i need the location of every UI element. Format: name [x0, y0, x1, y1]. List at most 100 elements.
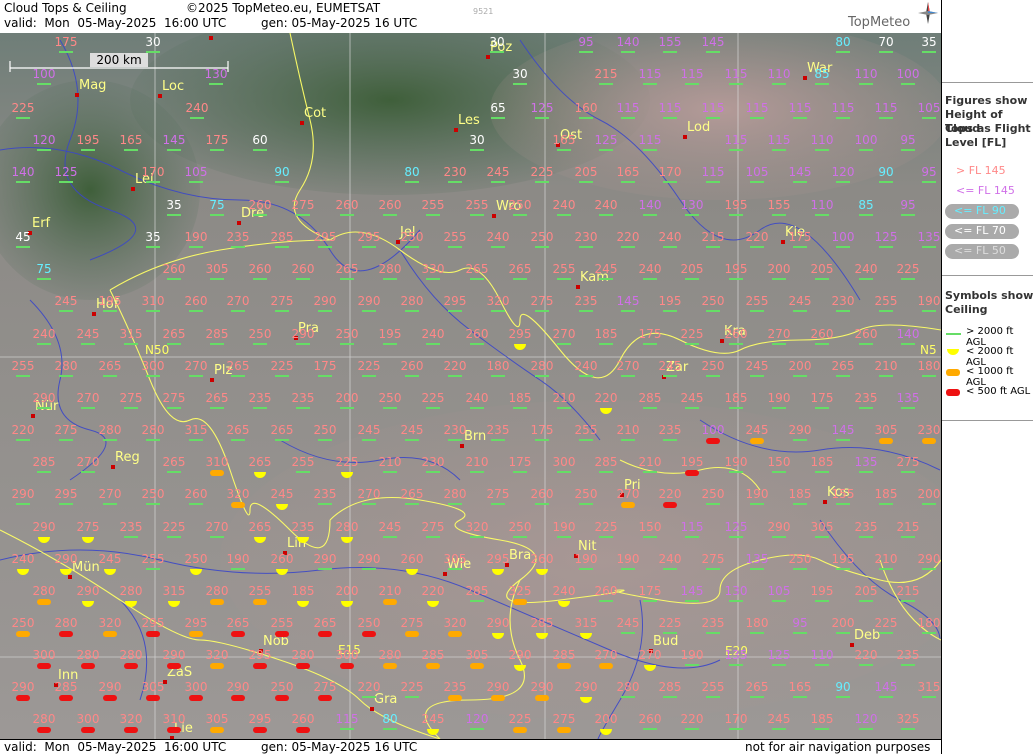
cloud-top-label: 185 [595, 327, 618, 341]
cloud-top-label: 270 [639, 648, 662, 662]
cloud-top-label: 250 [249, 327, 272, 341]
cloud-top-label: 190 [575, 552, 598, 566]
cloud-top-label: 290 [292, 327, 315, 341]
cloud-top-label: 240 [487, 230, 510, 244]
city-dot-icon [492, 214, 496, 218]
ceiling-symbol-red [59, 631, 73, 637]
ceiling-symbol-red [167, 727, 181, 733]
cloud-top-label: 275 [77, 520, 100, 534]
cloud-top-label: 325 [897, 712, 920, 726]
cloud-top-label: 35 [145, 230, 160, 244]
cloud-top-label: 235 [855, 391, 878, 405]
cloud-top-label: 115 [702, 101, 725, 115]
ceiling-symbol-red [37, 663, 51, 669]
ceiling-symbol-red [189, 695, 203, 701]
cloud-top-label: 260 [639, 712, 662, 726]
cloud-top-label: 245 [358, 423, 381, 437]
city-dot-icon [237, 221, 241, 225]
city-dot-icon [576, 285, 580, 289]
cloud-top-label: 285 [466, 584, 489, 598]
city-dot-icon [486, 55, 490, 59]
ceiling-symbol-red [275, 695, 289, 701]
cloud-top-label: 200 [789, 359, 812, 373]
cloud-top-label: 320 [444, 616, 467, 630]
satellite-map[interactable]: 200 km BerPozWarMagLocCotLesLodOstLeiDre… [0, 33, 941, 739]
cloud-top-label: 280 [401, 294, 424, 308]
legend-title-line: Tops as Flight [945, 122, 1031, 135]
cloud-top-label: 240 [186, 101, 209, 115]
cloud-top-label: 265 [314, 616, 337, 630]
cloud-top-label: 150 [768, 455, 791, 469]
cloud-top-label: 230 [444, 423, 467, 437]
cloud-top-label: 110 [768, 67, 791, 81]
ceiling-symbol-orange [16, 631, 30, 637]
cloud-top-label: 290 [768, 520, 791, 534]
cloud-top-label: 245 [595, 262, 618, 276]
cloud-top-label: 115 [875, 101, 898, 115]
cloud-top-label: 260 [163, 262, 186, 276]
cloud-top-label: 245 [422, 712, 445, 726]
ceiling-symbol-red [37, 727, 51, 733]
cloud-top-label: 220 [358, 680, 381, 694]
cloud-top-label: 240 [422, 327, 445, 341]
cloud-top-label: 70 [878, 35, 893, 49]
cloud-top-label: 115 [725, 67, 748, 81]
cloud-top-label: 225 [875, 616, 898, 630]
cloud-top-label: 305 [206, 262, 229, 276]
cloud-top-label: 295 [358, 230, 381, 244]
legend-ceiling-item: < 1000 ft AGL [966, 366, 1014, 388]
cloud-top-label: 270 [185, 359, 208, 373]
cloud-top-label: 265 [206, 391, 229, 405]
cloud-top-label: 280 [77, 648, 100, 662]
cloud-top-label: 260 [855, 327, 878, 341]
cloud-top-label: 205 [681, 262, 704, 276]
cloud-top-label: 265 [466, 262, 489, 276]
ceiling-symbol-orange [231, 502, 245, 508]
city-dot-icon [454, 128, 458, 132]
cloud-top-label: 145 [617, 294, 640, 308]
cloud-top-label: 230 [575, 230, 598, 244]
cloud-top-label: 175 [811, 391, 834, 405]
ceiling-symbol-red [318, 631, 332, 637]
cloud-top-label: 115 [746, 101, 769, 115]
cloud-top-label: 245 [746, 423, 769, 437]
cloud-top-label: 320 [99, 616, 122, 630]
cloud-top-label: 200 [336, 391, 359, 405]
cloud-top-label: 190 [746, 487, 769, 501]
ceiling-symbol-orange [383, 663, 397, 669]
cloud-top-label: 300 [77, 712, 100, 726]
cloud-top-label: 210 [379, 455, 402, 469]
cloud-top-label: 225 [595, 520, 618, 534]
cloud-top-label: 275 [422, 520, 445, 534]
city-dot-icon [823, 500, 827, 504]
cloud-top-label: 215 [897, 520, 920, 534]
cloud-top-label: 225 [12, 101, 35, 115]
cloud-top-label: 245 [77, 327, 100, 341]
ceiling-symbol-red [167, 663, 181, 669]
city-dot-icon [158, 94, 162, 98]
cloud-top-label: 95 [921, 165, 936, 179]
ceiling-symbol-red [706, 438, 720, 444]
cloud-top-label: 130 [725, 584, 748, 598]
cloud-top-label: 300 [553, 455, 576, 469]
cloud-top-label: 165 [120, 133, 143, 147]
cloud-top-label: 265 [746, 680, 769, 694]
cloud-top-label: 250 [509, 520, 532, 534]
cloud-top-label: 90 [835, 680, 850, 694]
cloud-top-label: 290 [314, 294, 337, 308]
cloud-top-label: 210 [617, 423, 640, 437]
cloud-top-label: 260 [401, 552, 424, 566]
cloud-top-label: 250 [575, 487, 598, 501]
cloud-top-label: 255 [466, 198, 489, 212]
cloud-top-label: 100 [855, 133, 878, 147]
cloud-top-label: 35 [921, 35, 936, 49]
cloud-top-label: 195 [811, 584, 834, 598]
cloud-top-label: 240 [659, 552, 682, 566]
cloud-top-label: 290 [12, 680, 35, 694]
cloud-top-label: 265 [163, 327, 186, 341]
ceiling-symbol-red [146, 631, 160, 637]
cloud-top-label: 175 [314, 359, 337, 373]
ceiling-symbol-orange [37, 599, 51, 605]
cloud-top-label: 280 [336, 520, 359, 534]
footer-generated-time: gen: 05-May-2025 16 UTC [261, 740, 418, 754]
